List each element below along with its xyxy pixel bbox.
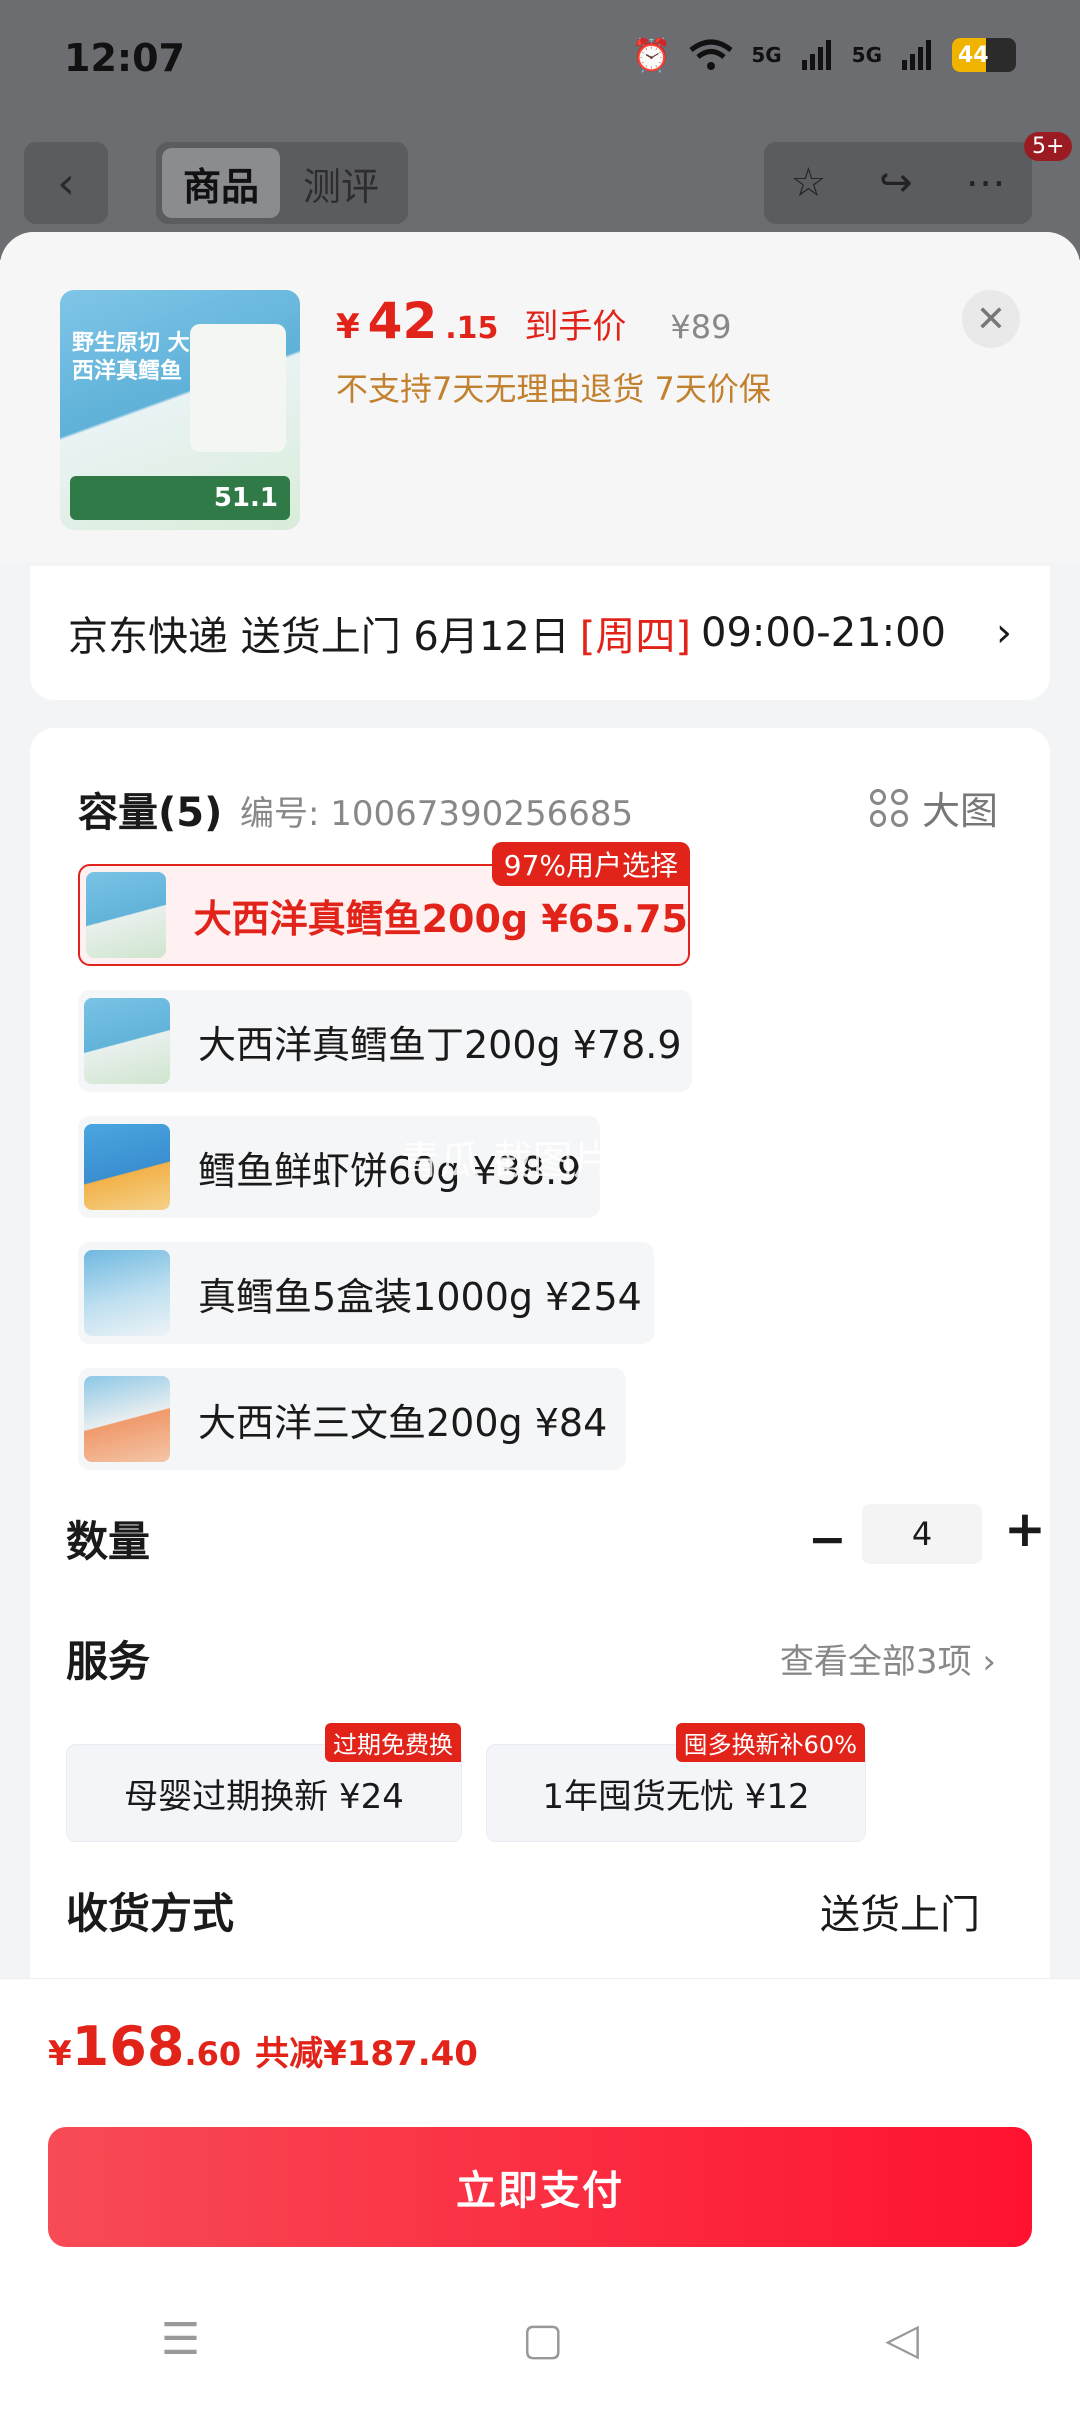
service-tag: 囤多换新补60% (675, 1723, 865, 1762)
quantity-label: 数量 (66, 1517, 151, 1566)
signal-1-label: 5G (751, 43, 782, 67)
back-button[interactable]: ‹ (24, 142, 108, 224)
close-button[interactable]: ✕ (962, 290, 1020, 348)
option-label: 大西洋三文鱼200g ¥84 (198, 1400, 608, 1445)
option-image (84, 998, 170, 1084)
options-card: 容量(5) 编号: 10067390256685 大图 大西洋真鳕鱼200g ¥… (30, 728, 1050, 1978)
signal-2-icon (902, 40, 931, 70)
chevron-right-icon: › (996, 610, 1012, 656)
option-label: 真鳕鱼5盒装1000g ¥254 (198, 1274, 642, 1319)
thumbnail-title: 野生原切 大西洋真鳕鱼 (72, 331, 190, 384)
more-icon[interactable]: ⋯ (966, 160, 1006, 206)
tab-product[interactable]: 商品 (162, 148, 280, 218)
sku-sheet: 野生原切 大西洋真鳕鱼 51.1 ¥42.15 到手价 ¥89 不支持7天无理由… (0, 232, 1080, 1978)
option-item[interactable]: 大西洋真鳕鱼丁200g ¥78.9 (78, 990, 692, 1092)
top-nav: ‹ 商品 测评 ☆ ↪ ⋯ 5+ (0, 132, 1080, 228)
view-all-label: 查看全部3项 (779, 1642, 972, 1682)
tab-review[interactable]: 测评 (280, 156, 402, 211)
share-icon[interactable]: ↪ (879, 160, 913, 206)
thumbnail-price: 51.1 (70, 476, 290, 520)
service-item-label: 1年囤货无忧 ¥12 (542, 1776, 810, 1817)
battery-icon: 44 (952, 38, 1016, 72)
product-thumbnail[interactable]: 野生原切 大西洋真鳕鱼 51.1 (60, 290, 300, 530)
total-integer: 168 (71, 2015, 185, 2078)
receive-method-label: 收货方式 (66, 1889, 235, 1938)
option-item[interactable]: 大西洋三文鱼200g ¥84 (78, 1368, 626, 1470)
product-header: 野生原切 大西洋真鳕鱼 51.1 ¥42.15 到手价 ¥89 不支持7天无理由… (0, 232, 1080, 562)
delivery-row[interactable]: 京东快递 送货上门 6月12日 [周四] 09:00-21:00 › (30, 566, 1050, 700)
big-image-label: 大图 (921, 789, 998, 833)
price-currency: ¥ (336, 307, 360, 347)
service-item[interactable]: 母婴过期换新 ¥24 过期免费换 (66, 1723, 462, 1842)
menu-icon[interactable]: ☰ (161, 2314, 200, 2365)
wifi-icon (689, 39, 733, 70)
option-label: 大西洋真鳕鱼200g ¥65.75 (193, 896, 688, 941)
back-triangle-icon[interactable]: ◁ (885, 2314, 919, 2365)
option-image (84, 1376, 170, 1462)
service-tag: 过期免费换 (325, 1723, 461, 1762)
decrease-button[interactable]: − (808, 1512, 847, 1566)
alarm-icon: ⏰ (631, 36, 672, 74)
total-currency: ¥ (48, 2034, 72, 2074)
total-saving: 共减¥187.40 (255, 2034, 478, 2074)
service-label: 服务 (66, 1637, 151, 1686)
star-icon[interactable]: ☆ (790, 160, 826, 206)
service-item[interactable]: 1年囤货无忧 ¥12 囤多换新补60% (486, 1723, 866, 1842)
original-price: ¥89 (670, 308, 732, 346)
tab-switcher: 商品 测评 (156, 142, 408, 224)
big-image-button[interactable]: 大图 (869, 780, 998, 835)
pay-now-button[interactable]: 立即支付 (48, 2127, 1032, 2247)
status-bar: 12:07 ⏰ 5G 5G 44 (0, 0, 1080, 120)
message-badge: 5+ (1024, 132, 1073, 161)
payment-bar: ¥168.60 共减¥187.40 立即支付 ☰ ▢ ◁ (0, 1978, 1080, 2412)
back-icon: ‹ (57, 157, 75, 209)
delivery-weekday: [周四] (579, 614, 691, 660)
option-item[interactable]: 真鳕鱼5盒装1000g ¥254 (78, 1242, 654, 1344)
home-icon[interactable]: ▢ (522, 2314, 564, 2365)
return-policy: 不支持7天无理由退货 7天价保 (336, 370, 771, 408)
price-tag: 到手价 (524, 307, 627, 347)
increase-button[interactable]: + (1004, 1500, 1046, 1558)
service-item-label: 母婴过期换新 ¥24 (124, 1776, 404, 1817)
product-code: 编号: 10067390256685 (240, 794, 634, 834)
total-decimal: .60 (184, 2035, 242, 2073)
price-line: ¥42.15 到手价 ¥89 (336, 292, 732, 350)
option-item[interactable]: 大西洋真鳕鱼200g ¥65.75 97%用户选择 (78, 842, 690, 966)
signal-1-icon (801, 40, 831, 70)
quantity-input[interactable]: 4 (862, 1504, 982, 1564)
total-price: ¥168.60 共减¥187.40 (48, 2015, 478, 2078)
view-all-services[interactable]: 查看全部3项 › (780, 1634, 996, 1683)
chevron-right-icon: › (982, 1642, 996, 1682)
grid-icon (869, 788, 908, 827)
battery-level: 44 (958, 42, 989, 68)
signal-2-label: 5G (851, 43, 882, 67)
price-decimal: .15 (445, 311, 499, 346)
option-image (84, 1124, 170, 1210)
option-image (86, 872, 166, 958)
system-nav: ☰ ▢ ◁ (0, 2299, 1080, 2379)
status-time: 12:07 (64, 36, 185, 80)
popular-badge: 97%用户选择 (491, 842, 690, 886)
close-icon: ✕ (975, 298, 1007, 340)
receive-method-value[interactable]: 送货上门 (820, 1882, 980, 1940)
action-group: ☆ ↪ ⋯ (764, 142, 1032, 224)
delivery-text: 京东快递 送货上门 6月12日 (68, 614, 570, 660)
thumbnail-package (190, 324, 286, 452)
watermark: 青瓜 截图片 (400, 1138, 613, 1184)
price-integer: 42 (367, 292, 438, 350)
option-image (84, 1250, 170, 1336)
status-icons: ⏰ 5G 5G 44 (631, 36, 1016, 74)
delivery-time: 09:00-21:00 (701, 610, 946, 656)
capacity-title: 容量(5) (78, 790, 223, 836)
option-label: 大西洋真鳕鱼丁200g ¥78.9 (198, 1022, 682, 1067)
